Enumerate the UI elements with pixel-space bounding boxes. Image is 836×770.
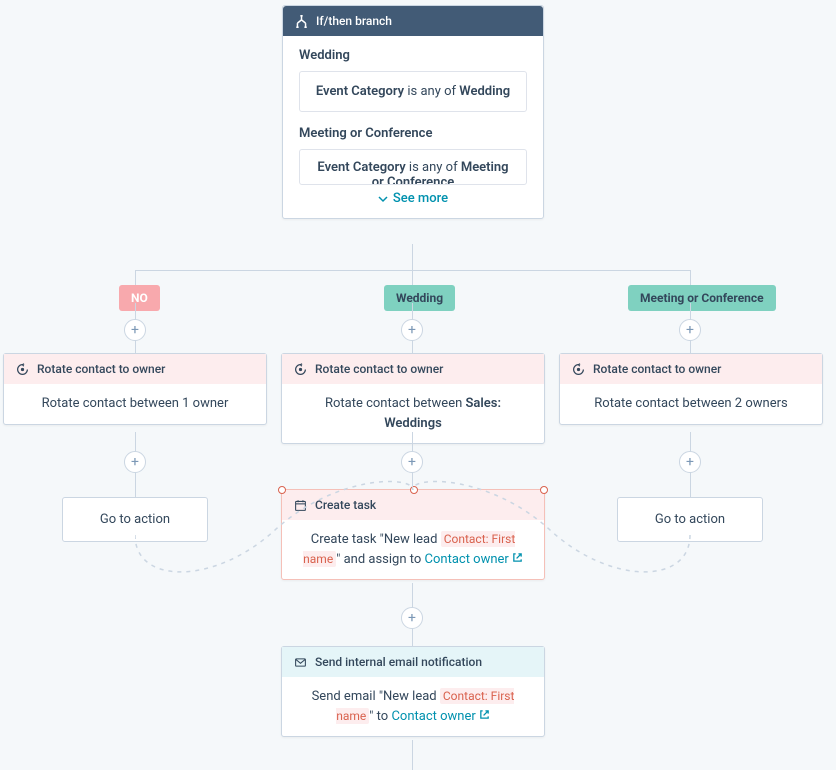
chevron-down-icon xyxy=(378,194,388,204)
selection-handle xyxy=(540,486,548,494)
branch-title: If/then branch xyxy=(316,14,392,28)
external-link-icon xyxy=(512,552,523,563)
if-then-branch-node[interactable]: If/then branch Wedding Event Category is… xyxy=(282,5,544,219)
goto-action-node-left[interactable]: Go to action xyxy=(62,497,208,542)
branch-group-1-condition: Event Category is any of Meeting or Conf… xyxy=(299,149,527,185)
contact-owner-link[interactable]: Contact owner xyxy=(425,552,523,567)
selection-handle xyxy=(278,486,286,494)
send-email-node[interactable]: Send internal email notification Send em… xyxy=(281,646,545,737)
rotate-header: Rotate contact to owner xyxy=(4,354,266,384)
add-action-button[interactable]: + xyxy=(124,451,146,473)
branch-badge-no: NO xyxy=(119,285,160,311)
branch-group-0-condition: Event Category is any of Wedding xyxy=(299,71,527,112)
add-action-button[interactable]: + xyxy=(401,607,423,629)
see-more-link[interactable]: See more xyxy=(299,191,527,206)
task-body: Create task "New lead Contact: First nam… xyxy=(282,520,544,579)
email-header: Send internal email notification xyxy=(282,647,544,677)
rotate-node-right[interactable]: Rotate contact to owner Rotate contact b… xyxy=(559,353,823,425)
rotate-body-left: Rotate contact between 1 owner xyxy=(4,384,266,424)
rotate-header: Rotate contact to owner xyxy=(282,354,544,384)
rotate-header: Rotate contact to owner xyxy=(560,354,822,384)
branch-header: If/then branch xyxy=(283,6,543,36)
rotate-body-center: Rotate contact between Sales: Weddings xyxy=(282,384,544,443)
calendar-icon xyxy=(294,499,307,512)
branch-group-0-title: Wedding xyxy=(299,48,527,63)
mail-icon xyxy=(294,656,307,669)
add-action-button[interactable]: + xyxy=(124,319,146,341)
external-link-icon xyxy=(479,709,490,720)
add-action-button[interactable]: + xyxy=(679,451,701,473)
rotate-icon xyxy=(294,363,307,376)
task-header: Create task xyxy=(282,490,544,520)
add-action-button[interactable]: + xyxy=(401,319,423,341)
contact-owner-link[interactable]: Contact owner xyxy=(391,709,489,724)
rotate-body-right: Rotate contact between 2 owners xyxy=(560,384,822,424)
email-body: Send email "New lead Contact: First name… xyxy=(282,677,544,736)
rotate-node-center[interactable]: Rotate contact to owner Rotate contact b… xyxy=(281,353,545,444)
add-action-button[interactable]: + xyxy=(679,319,701,341)
branch-badge-wedding: Wedding xyxy=(384,285,455,311)
branch-icon xyxy=(295,15,308,28)
rotate-icon xyxy=(16,363,29,376)
branch-badge-meeting: Meeting or Conference xyxy=(628,285,776,311)
rotate-node-left[interactable]: Rotate contact to owner Rotate contact b… xyxy=(3,353,267,425)
add-action-button[interactable]: + xyxy=(401,451,423,473)
create-task-node[interactable]: Create task Create task "New lead Contac… xyxy=(281,489,545,580)
goto-action-node-right[interactable]: Go to action xyxy=(617,497,763,542)
rotate-icon xyxy=(572,363,585,376)
branch-group-1-title: Meeting or Conference xyxy=(299,126,527,141)
